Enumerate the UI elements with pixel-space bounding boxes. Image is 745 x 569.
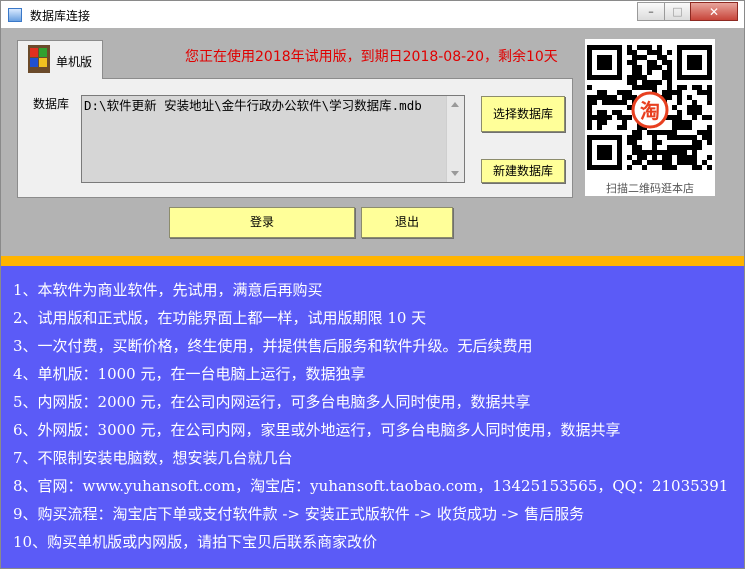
window-title: 数据库连接 [30,9,91,23]
info-line: 8、官网：www.yuhansoft.com，淘宝店：yuhansoft.tao… [13,477,729,495]
scroll-up-arrow-icon[interactable] [451,102,459,107]
app-icon [8,8,22,22]
database-path-text: D:\软件更新 安装地址\金牛行政办公软件\学习数据库.mdb [84,98,422,113]
login-button[interactable]: 登录 [169,207,355,238]
tab-label: 单机版 [56,55,93,69]
scroll-down-arrow-icon[interactable] [451,171,459,176]
database-path-field[interactable]: D:\软件更新 安装地址\金牛行政办公软件\学习数据库.mdb [81,95,465,183]
info-line: 4、单机版：1000 元，在一台电脑上运行，数据独享 [13,365,366,383]
close-button[interactable]: ✕ [690,2,738,21]
info-line: 1、本软件为商业软件，先试用，满意后再购买 [13,281,323,299]
select-database-button[interactable]: 选择数据库 [481,96,565,132]
app-window: 数据库连接 – □ ✕ 单机版 您正在使用2018年试用版，到期日2018-08… [0,0,745,569]
exit-button[interactable]: 退出 [361,207,453,238]
path-scrollbar[interactable] [446,96,464,182]
info-line: 2、试用版和正式版，在功能界面上都一样，试用版期限 10 天 [13,309,427,327]
qr-caption: 扫描二维码逛本店 [606,182,694,195]
trial-notice: 您正在使用2018年试用版，到期日2018-08-20，剩余10天 [185,49,558,65]
info-line: 6、外网版：3000 元，在公司内网，家里或外地运行，可多台电脑多人同时使用，数… [13,421,621,439]
qr-code-box: 淘 扫描二维码逛本店 [585,39,715,196]
database-label: 数据库 [33,97,70,111]
maximize-button[interactable]: □ [664,2,690,21]
info-line: 3、一次付费，买断价格，终生使用，并提供售后服务和软件升级。无后续费用 [13,337,533,355]
info-panel: 1、本软件为商业软件，先试用，满意后再购买 2、试用版和正式版，在功能界面上都一… [1,266,744,568]
accent-divider [1,256,744,266]
info-line: 10、购买单机版或内网版，请拍下宝贝后联系商家改价 [13,533,378,551]
info-line: 9、购买流程：淘宝店下单或支付软件款 -> 安装正式版软件 -> 收货成功 ->… [13,505,585,523]
info-line: 7、不限制安装电脑数，想安装几台就几台 [13,449,293,467]
taobao-logo-icon: 淘 [640,99,660,123]
minimize-button[interactable]: – [637,2,664,21]
title-bar[interactable]: 数据库连接 – □ ✕ [1,1,744,28]
qr-code-icon: 淘 [587,45,712,170]
info-line: 5、内网版：2000 元，在公司内网运行，可多台电脑多人同时使用，数据共享 [13,393,531,411]
new-database-button[interactable]: 新建数据库 [481,159,565,183]
windows-flag-icon [28,45,50,73]
tab-standalone[interactable]: 单机版 [17,40,103,79]
